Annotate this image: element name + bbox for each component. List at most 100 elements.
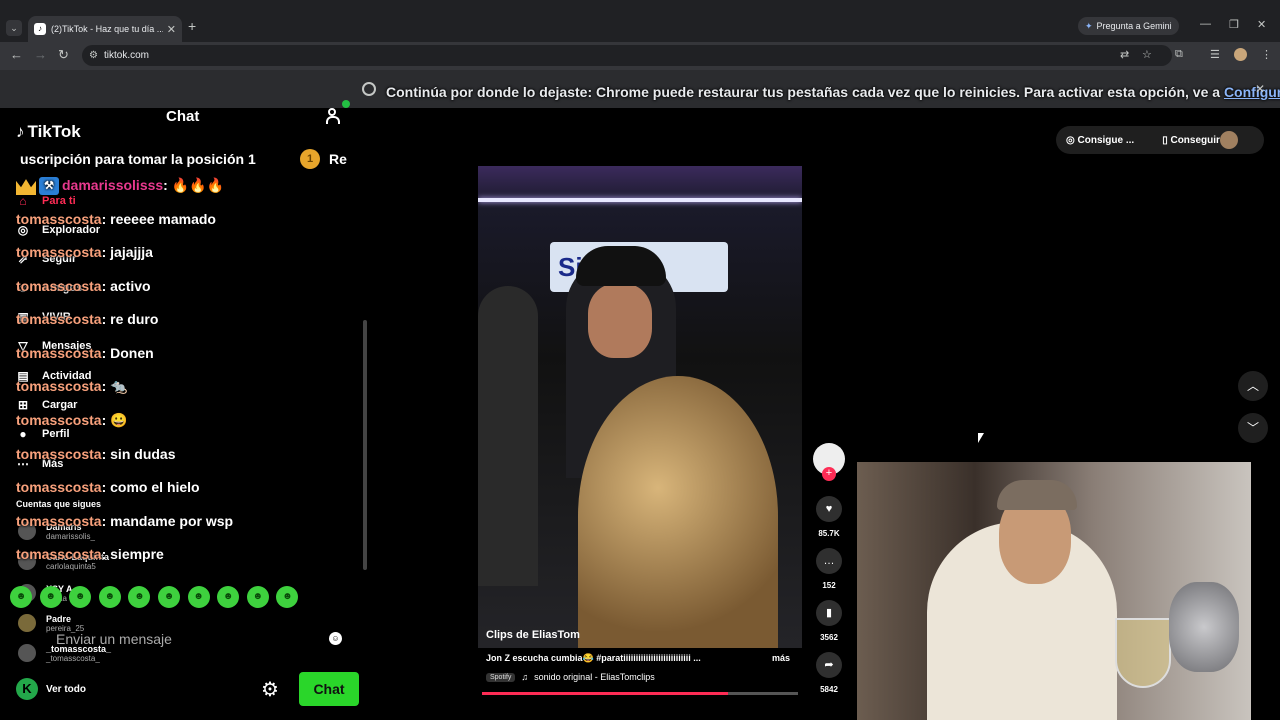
tab-search-icon[interactable]: ⌄ [6,20,22,36]
chat-title: Chat [166,108,200,125]
chevron-down-icon[interactable]: ﹀ [1238,413,1268,443]
background-person [478,286,538,586]
avatar[interactable] [1220,131,1238,149]
music-note-icon: ♫ [521,672,529,682]
emote-icon[interactable]: ☻ [39,586,62,608]
settings-link[interactable]: Configuración. [1224,84,1280,100]
site-info-icon[interactable]: ⚙ [89,45,98,66]
viewers-icon[interactable] [326,100,350,126]
video-player[interactable]: Sil Clips de EliasTom [478,166,802,648]
chat-message: tomasscosta: re duro [16,311,159,327]
gear-icon[interactable]: ⚙ [261,677,279,702]
gemini-button[interactable]: ✦ Pregunta a Gemini [1078,17,1179,35]
extensions-icon[interactable]: ⧉ [1175,48,1183,61]
emote-icon[interactable]: ☻ [246,586,269,608]
streamer-cap [997,480,1077,510]
heart-icon[interactable]: ♥ [816,496,842,522]
avatar [18,614,36,632]
sidebar-item-para-ti[interactable]: ⌂ Para ti [16,194,75,208]
video-progress[interactable] [482,692,798,695]
mouse-cursor [978,433,984,443]
chat-message: tomasscosta: jajajjja [16,244,153,260]
reading-list-icon[interactable]: ☰ [1210,48,1220,61]
comment-count: 152 [822,581,836,590]
emote-icon[interactable]: ☻ [128,586,151,608]
emote-icon[interactable]: ☻ [157,586,180,608]
chat-message: tomasscosta: Donen [16,345,154,361]
video-caption-overlay: Clips de EliasTom [486,629,580,641]
gemini-icon: ✦ [1085,21,1093,31]
pinned-more: Re [329,151,347,167]
chevron-up-icon[interactable]: ︿ [1238,371,1268,401]
get-coins-button[interactable]: ◎ Consigue ... [1066,135,1148,146]
address-bar[interactable]: ⚙ tiktok.com [82,45,1172,66]
forward-button[interactable]: → [34,47,47,62]
sound-row[interactable]: Spotify ♫ sonido original - EliasTomclips [486,672,655,682]
browser-tab[interactable]: ♪ (2)TikTok - Haz que tu día ... ✕ [28,16,182,42]
restore-infobar: Continúa por donde lo dejaste: Chrome pu… [0,70,1280,108]
bookmark-icon[interactable]: ▮ [816,600,842,626]
browser-top-strip [0,0,1280,12]
close-infobar-icon[interactable]: ✕ [1255,82,1265,96]
infobar-message: Continúa por donde lo dejaste: Chrome pu… [386,84,1280,100]
profile-icon: ● [19,427,27,441]
avatar [18,644,36,662]
crown-badge-icon [16,179,36,196]
more-link[interactable]: más [772,653,790,663]
chat-message: tomasscosta: 🐀 [16,378,128,394]
sidebar-item-perfil[interactable]: ● Perfil [16,427,69,441]
verified-badge-icon: ⚒ [39,177,59,196]
see-all-button[interactable]: K Ver todo [16,678,86,700]
menu-kebab-icon[interactable]: ⋮ [1261,48,1272,61]
pinned-message: uscripción para tomar la posición 1 [20,151,256,167]
emote-icon[interactable]: ☻ [217,586,240,608]
send-chat-button[interactable]: Chat [299,672,359,706]
sidebar-item-cargar[interactable]: ⊞ Cargar [16,398,78,412]
back-button[interactable]: ← [10,47,23,62]
tiktok-page: ♪ TikTok ⌂ Para ti ◎ Explorador ⇗ Seguir ☺ Am… [0,100,1280,720]
url-text: tiktok.com [104,50,150,61]
chat-message: tomasscosta: sin dudas [16,446,176,462]
close-tab-icon[interactable]: ✕ [167,23,176,36]
comment-icon[interactable]: … [816,548,842,574]
chat-message: tomasscosta: reeeee mamado [16,211,216,227]
bookmark-star-icon[interactable]: ☆ [1142,48,1152,61]
spotify-badge[interactable]: Spotify [486,672,516,682]
face [588,284,652,358]
emote-icon[interactable]: ☻ [187,586,210,608]
tiktok-icon: ♪ [16,122,25,141]
close-window-button[interactable]: ✕ [1257,18,1266,31]
top-right-actions: ◎ Consigue ... ▯ Conseguir ... [1056,126,1264,154]
sound-name: sonido original - EliasTomclips [534,672,655,682]
minimize-button[interactable]: — [1200,18,1211,30]
gemini-label: Pregunta a Gemini [1096,21,1172,31]
following-item[interactable]: _tomasscosta_ _tomasscosta_ [18,644,111,664]
chat-scrollbar[interactable] [363,320,367,570]
emote-icon[interactable]: ☻ [10,586,32,608]
like-count: 85.7K [818,529,840,538]
tiktok-icon: ♪ [34,23,46,35]
tiktok-logo[interactable]: ♪ TikTok [16,122,81,142]
emoji-picker-icon[interactable]: ☺ [329,632,342,645]
translate-icon[interactable]: ⇄ [1120,48,1129,61]
share-count: 5842 [820,685,838,694]
reload-button[interactable]: ↻ [58,47,69,63]
profile-avatar[interactable] [1234,48,1247,61]
save-count: 3562 [820,633,838,642]
emote-icon[interactable]: ☻ [69,586,92,608]
share-icon[interactable]: ➦ [816,652,842,678]
chat-message: tomasscosta: activo [16,278,151,294]
led-strip [478,198,802,202]
webcam-overlay [857,462,1251,720]
cap [576,246,666,286]
chat-input[interactable]: Enviar un mensaje [56,631,172,647]
emote-icon[interactable]: ☻ [98,586,121,608]
emote-icon[interactable]: ☻ [276,586,299,608]
restore-button[interactable]: ❐ [1229,18,1239,31]
upload-icon: ⊞ [17,398,29,412]
new-tab-button[interactable]: + [188,18,196,34]
home-icon: ⌂ [19,194,27,208]
follow-plus-icon[interactable]: + [822,467,836,481]
video-description: Jon Z escucha cumbia😂 #paratiiiiiiiiiiii… [486,653,701,663]
rank-badge: 1 [300,149,320,169]
